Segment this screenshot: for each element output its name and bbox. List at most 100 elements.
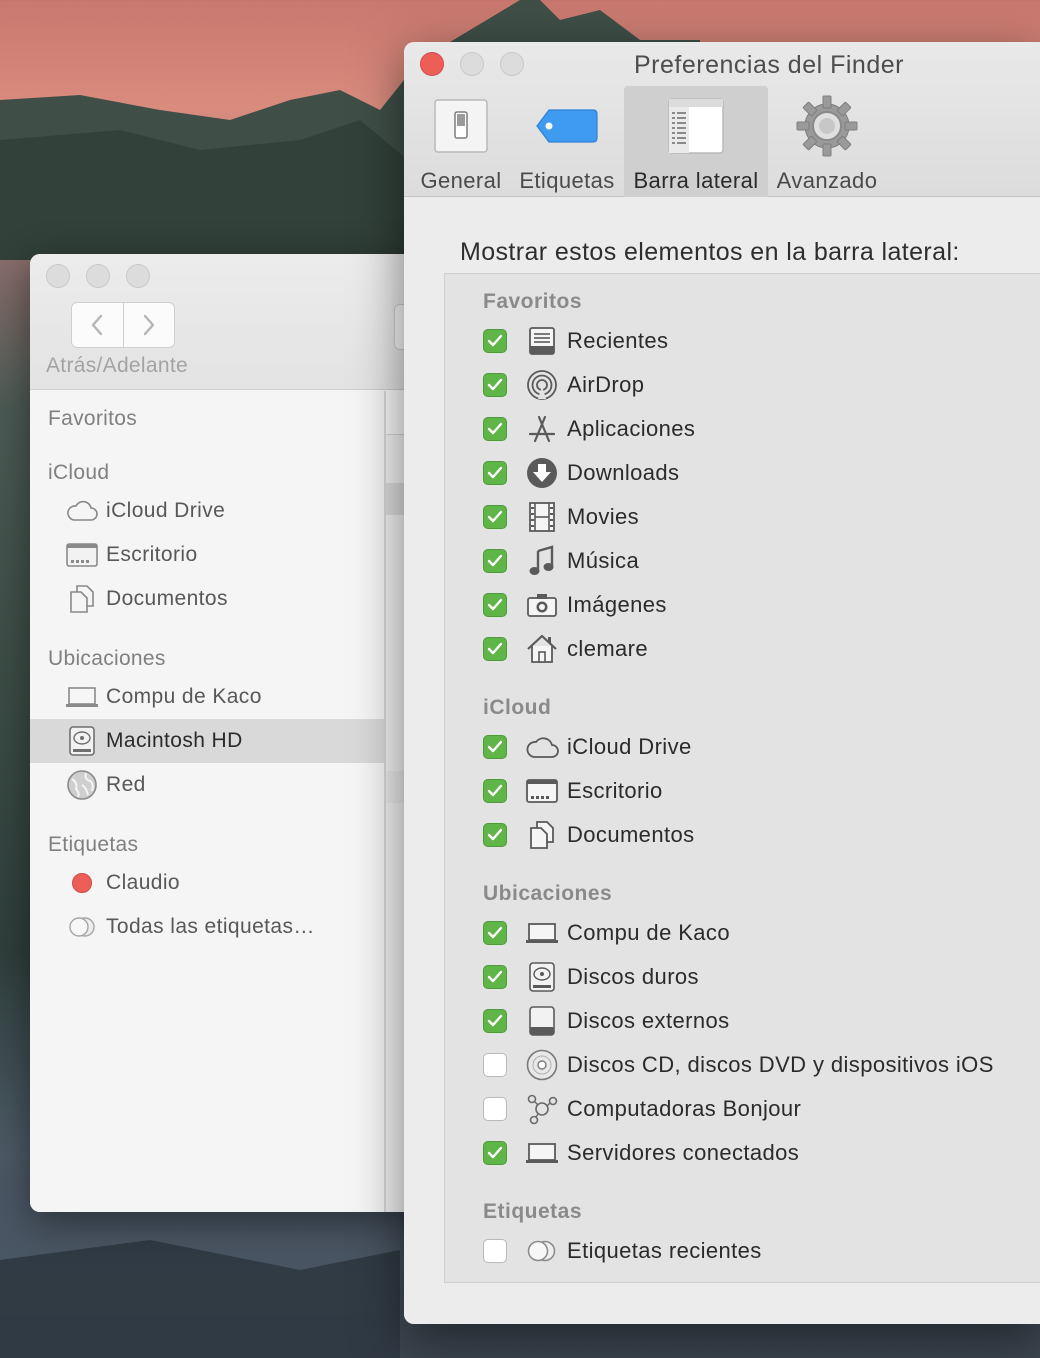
- finder-preferences-window: Preferencias del Finder General Etiqueta…: [404, 42, 1040, 1324]
- checkbox[interactable]: [483, 1053, 507, 1077]
- sidebar-item-icloud-drive[interactable]: iCloud Drive: [30, 489, 384, 533]
- option-label: Discos externos: [567, 1008, 730, 1033]
- sidebar-item-escritorio[interactable]: Escritorio: [30, 533, 384, 577]
- sidebar-section-etiquetas: Etiquetas: [48, 833, 139, 856]
- finder-sidebar: Favoritos iCloud iCloud Drive Escritorio…: [30, 391, 384, 1212]
- option-label: Recientes: [567, 328, 669, 353]
- checkmark-icon: [487, 926, 503, 939]
- server-icon: [525, 1136, 559, 1170]
- option-discos-cd-dvd-ios[interactable]: Discos CD, discos DVD y dispositivos iOS: [483, 1043, 994, 1087]
- checkbox[interactable]: [483, 1097, 507, 1121]
- option-recientes[interactable]: Recientes: [483, 319, 668, 363]
- checkbox[interactable]: [483, 417, 507, 441]
- checkbox[interactable]: [483, 593, 507, 617]
- option-label: Aplicaciones: [567, 416, 696, 441]
- option-escritorio[interactable]: Escritorio: [483, 769, 663, 813]
- option-label: Downloads: [567, 460, 680, 485]
- checkbox[interactable]: [483, 505, 507, 529]
- checkmark-icon: [487, 1146, 503, 1159]
- checkbox[interactable]: [483, 549, 507, 573]
- section-heading: Mostrar estos elementos en la barra late…: [460, 238, 960, 266]
- sidebar-item-documentos[interactable]: Documentos: [30, 577, 384, 621]
- option-icloud-drive[interactable]: iCloud Drive: [483, 725, 692, 769]
- switch-icon: [429, 94, 493, 158]
- sidebar-item-label: Claudio: [106, 871, 181, 894]
- sidebar-section-favoritos: Favoritos: [48, 407, 138, 430]
- tab-general[interactable]: General: [416, 86, 506, 197]
- checkbox[interactable]: [483, 823, 507, 847]
- option-movies[interactable]: Movies: [483, 495, 639, 539]
- checkmark-icon: [487, 422, 503, 435]
- checkbox[interactable]: [483, 735, 507, 759]
- option-label: Escritorio: [567, 778, 663, 803]
- sidebar-item-label: iCloud Drive: [106, 499, 226, 522]
- option-label: Compu de Kaco: [567, 920, 730, 945]
- checkbox[interactable]: [483, 461, 507, 485]
- film-icon: [525, 500, 559, 534]
- tag-icon: [535, 94, 599, 158]
- tab-label: Etiquetas: [519, 168, 615, 193]
- option-discos-externos[interactable]: Discos externos: [483, 999, 730, 1043]
- option-airdrop[interactable]: AirDrop: [483, 363, 644, 407]
- checkbox[interactable]: [483, 329, 507, 353]
- applications-icon: [525, 412, 559, 446]
- checkmark-icon: [487, 970, 503, 983]
- option-label: Imágenes: [567, 592, 667, 617]
- option-computadoras-bonjour[interactable]: Computadoras Bonjour: [483, 1087, 801, 1131]
- option-documentos[interactable]: Documentos: [483, 813, 695, 857]
- all-tags-icon: [525, 1234, 559, 1268]
- checkmark-icon: [487, 510, 503, 523]
- minimize-button[interactable]: [460, 52, 484, 76]
- documents-icon: [525, 818, 559, 852]
- option-downloads[interactable]: Downloads: [483, 451, 679, 495]
- option-label: clemare: [567, 636, 649, 661]
- option-etiquetas-recientes[interactable]: Etiquetas recientes: [483, 1229, 762, 1273]
- option-clemare[interactable]: clemare: [483, 627, 648, 671]
- airdrop-icon: [525, 368, 559, 402]
- checkbox[interactable]: [483, 1009, 507, 1033]
- close-button[interactable]: [46, 264, 70, 288]
- sidebar-section-ubicaciones: Ubicaciones: [48, 647, 166, 670]
- sidebar-item-label: Documentos: [106, 587, 228, 610]
- music-note-icon: [525, 544, 559, 578]
- option-label: Discos CD, discos DVD y dispositivos iOS: [567, 1052, 994, 1077]
- finder-window: Atrás/Adelante Favoritos iCloud iCloud D…: [30, 254, 450, 1212]
- checkbox[interactable]: [483, 779, 507, 803]
- sidebar-item-label: Escritorio: [106, 543, 198, 566]
- hard-disk-icon: [525, 960, 559, 994]
- option-label: Servidores conectados: [567, 1140, 800, 1165]
- sidebar-item-macintosh-hd[interactable]: Macintosh HD: [30, 719, 384, 763]
- option-aplicaciones[interactable]: Aplicaciones: [483, 407, 695, 451]
- tab-etiquetas[interactable]: Etiquetas: [516, 86, 618, 197]
- option-discos-duros[interactable]: Discos duros: [483, 955, 699, 999]
- checkmark-icon: [487, 828, 503, 841]
- sidebar-item-compu-de-kaco[interactable]: Compu de Kaco: [30, 675, 384, 719]
- tab-barra-lateral[interactable]: Barra lateral: [624, 86, 768, 197]
- back-button[interactable]: [72, 303, 123, 347]
- option-servidores-conectados[interactable]: Servidores conectados: [483, 1131, 799, 1175]
- close-button[interactable]: [420, 52, 444, 76]
- option-musica[interactable]: Música: [483, 539, 639, 583]
- option-compu-de-kaco[interactable]: Compu de Kaco: [483, 911, 730, 955]
- checkbox[interactable]: [483, 637, 507, 661]
- zoom-button[interactable]: [126, 264, 150, 288]
- minimize-button[interactable]: [86, 264, 110, 288]
- zoom-button[interactable]: [500, 52, 524, 76]
- sidebar-item-red[interactable]: Red: [30, 763, 384, 807]
- checkbox[interactable]: [483, 1239, 507, 1263]
- documents-icon: [66, 583, 98, 615]
- red-tag-icon: [66, 867, 98, 899]
- cloud-icon: [66, 495, 98, 527]
- option-imagenes[interactable]: Imágenes: [483, 583, 667, 627]
- checkbox[interactable]: [483, 373, 507, 397]
- option-label: Etiquetas recientes: [567, 1238, 762, 1263]
- checkbox[interactable]: [483, 921, 507, 945]
- sidebar-item-claudio[interactable]: Claudio: [30, 861, 384, 905]
- checkbox[interactable]: [483, 965, 507, 989]
- forward-button[interactable]: [122, 303, 175, 347]
- recents-icon: [525, 324, 559, 358]
- tab-avanzado[interactable]: Avanzado: [774, 86, 880, 197]
- checkbox[interactable]: [483, 1141, 507, 1165]
- sidebar-item-todas-las-etiquetas[interactable]: Todas las etiquetas…: [30, 905, 384, 949]
- option-label: Discos duros: [567, 964, 699, 989]
